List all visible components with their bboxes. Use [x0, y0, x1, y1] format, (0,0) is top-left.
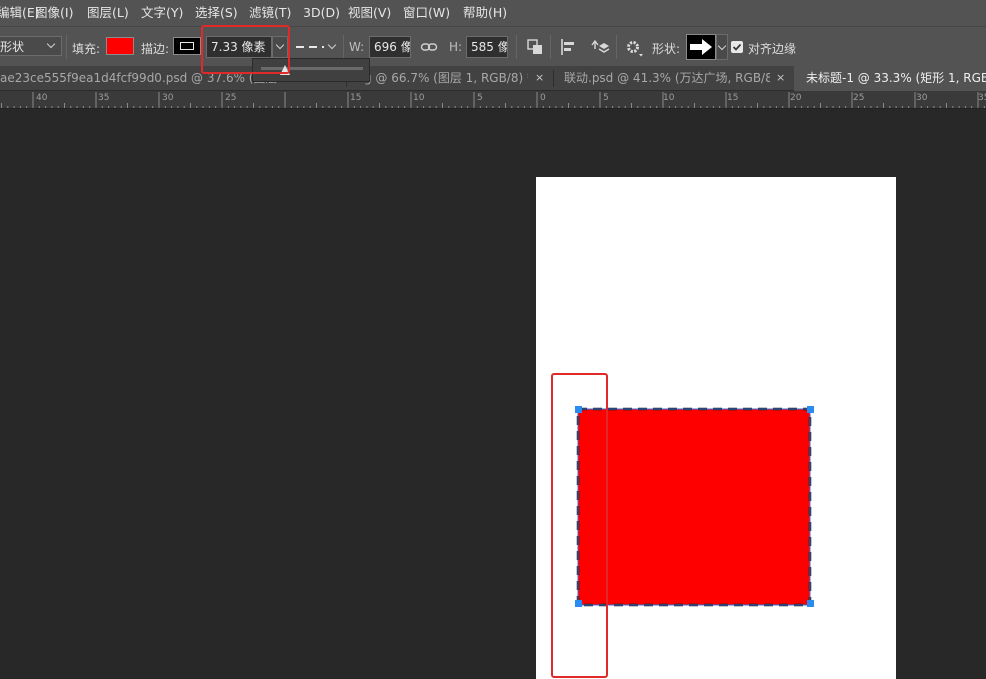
ruler-label: 30 [916, 93, 928, 103]
menu-type[interactable]: 文字(Y) [141, 0, 183, 26]
width-input[interactable]: 696 像素 [369, 36, 411, 58]
anchor-top-right[interactable] [807, 406, 814, 413]
tab-title: 联动.psd @ 41.3% (万达广场, RGB/8) [564, 71, 770, 85]
menu-3d[interactable]: 3D(D) [303, 0, 340, 26]
path-arrangement-button[interactable] [589, 37, 611, 57]
menu-edit[interactable]: 编辑(E) [0, 0, 40, 26]
highlight-box-stroke-width [201, 25, 290, 74]
ruler-label: 0 [540, 93, 546, 103]
tab-close-icon[interactable]: × [776, 66, 785, 91]
canvas-area[interactable] [0, 110, 986, 679]
menu-filter[interactable]: 滤镜(T) [249, 0, 291, 26]
ruler-ticks [1, 92, 985, 108]
tab-title: 未标题-1 @ 33.3% (矩形 1, RGB/8) [806, 71, 986, 85]
document-tab-bar: ae23ce555f9ea1d4fcf99d0.psd @ 37.6% (图层 … [0, 66, 986, 91]
anchor-bottom-right[interactable] [807, 600, 814, 607]
menu-window[interactable]: 窗口(W) [403, 0, 450, 26]
menu-bar: 编辑(E) 图像(I) 图层(L) 文字(Y) 选择(S) 滤镜(T) 3D(D… [0, 0, 986, 26]
shape-label: 形状: [652, 42, 681, 56]
path-alignment-button[interactable] [559, 37, 579, 57]
menu-help[interactable]: 帮助(H) [463, 0, 507, 26]
tab-title: g @ 66.7% (图层 1, RGB/8) * [364, 71, 528, 85]
tab-document-2[interactable]: g @ 66.7% (图层 1, RGB/8) * [348, 66, 528, 91]
ruler-label: 15 [727, 93, 739, 103]
arrange-layers-icon [591, 39, 610, 53]
menu-image[interactable]: 图像(I) [35, 0, 73, 26]
ruler-label: 5 [603, 93, 609, 103]
path-options-button[interactable] [624, 38, 644, 58]
ruler-label: 5 [477, 93, 483, 103]
link-icon [420, 43, 438, 51]
stroke-type-select[interactable] [292, 36, 340, 58]
width-label: W: [349, 40, 365, 54]
separator [343, 35, 344, 59]
ruler-label: 25 [225, 93, 237, 103]
link-dimensions-button[interactable] [420, 39, 438, 55]
tab-document-3[interactable]: 联动.psd @ 41.3% (万达广场, RGB/8) [556, 66, 770, 91]
stroke-color-swatch[interactable] [173, 37, 201, 55]
horizontal-ruler[interactable]: 40 35 30 25 15 10 5 0 5 10 15 20 25 30 3… [0, 91, 986, 109]
ruler-label: 35 [98, 93, 110, 103]
separator [66, 35, 67, 59]
ruler-label: 35 [978, 93, 986, 103]
separator [550, 35, 551, 59]
path-operations-button[interactable] [525, 37, 545, 57]
menu-select[interactable]: 选择(S) [195, 0, 238, 26]
custom-shape-picker[interactable] [686, 34, 716, 60]
ruler-label: 10 [663, 93, 675, 103]
rectangle-shape[interactable] [574, 405, 814, 609]
checkmark-icon [732, 43, 742, 51]
fill-label: 填充: [72, 42, 101, 56]
path-operations-icon [527, 39, 542, 54]
arrow-right-icon [690, 39, 712, 55]
separator [616, 35, 617, 59]
ruler-label: 10 [413, 93, 425, 103]
menu-view[interactable]: 视图(V) [348, 0, 391, 26]
height-input[interactable]: 585 像素 [466, 36, 508, 58]
ruler-label: 20 [790, 93, 802, 103]
stroke-swatch-icon [180, 42, 194, 50]
align-edges-checkbox[interactable] [731, 41, 743, 53]
chevron-down-icon [46, 39, 56, 49]
options-bar: 形状 填充: 描边: 7.33 像素 W: 696 像素 H: 585 像素 [0, 26, 986, 66]
ruler-label: 25 [853, 93, 865, 103]
stroke-label: 描边: [141, 42, 170, 56]
menu-layer[interactable]: 图层(L) [87, 0, 129, 26]
shape-picker-dropdown[interactable] [716, 34, 728, 60]
gear-icon [627, 41, 643, 57]
ruler-label: 15 [350, 93, 362, 103]
ruler-label: 30 [162, 93, 174, 103]
align-edges-label: 对齐边缘 [748, 42, 797, 56]
align-left-icon [561, 39, 574, 55]
tool-mode-select[interactable]: 形状 [0, 36, 62, 56]
separator [553, 70, 554, 87]
highlight-box-left-edge [551, 373, 608, 678]
chevron-down-icon [717, 41, 727, 51]
tool-mode-value: 形状 [0, 40, 25, 54]
height-label: H: [449, 40, 463, 54]
fill-color-swatch[interactable] [106, 37, 134, 55]
tab-close-icon[interactable]: × [535, 66, 544, 91]
tab-document-active[interactable]: 未标题-1 @ 33.3% (矩形 1, RGB/8) [794, 66, 986, 91]
separator [516, 35, 517, 59]
ruler-label: 40 [36, 93, 48, 103]
